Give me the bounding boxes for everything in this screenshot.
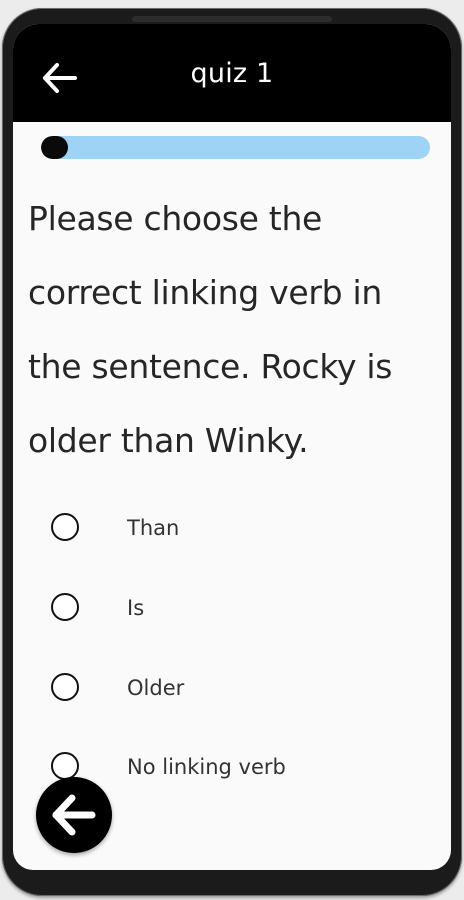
arrow-left-icon <box>52 794 96 836</box>
radio-button[interactable] <box>51 752 79 780</box>
previous-button[interactable] <box>36 777 112 853</box>
option-label: Older <box>127 676 185 700</box>
device-top-edge <box>132 16 332 22</box>
option-label: Is <box>127 596 145 620</box>
radio-button[interactable] <box>51 513 79 541</box>
option-than[interactable]: Than <box>51 508 421 548</box>
option-is[interactable]: Is <box>51 588 421 628</box>
page-title: quiz 1 <box>190 58 274 89</box>
app-bar: quiz 1 <box>13 24 451 122</box>
option-no-linking-verb[interactable]: No linking verb <box>51 747 421 787</box>
radio-button[interactable] <box>51 593 79 621</box>
phone-frame: quiz 1 Please choose the correct linking… <box>2 8 462 896</box>
radio-button[interactable] <box>51 673 79 701</box>
app-screen: quiz 1 Please choose the correct linking… <box>13 24 451 870</box>
option-label: Than <box>127 516 180 540</box>
question-text: Please choose the correct linking verb i… <box>28 199 393 460</box>
option-older[interactable]: Older <box>51 668 421 708</box>
progress-bar <box>41 136 430 159</box>
progress-bar-fill <box>41 136 69 159</box>
option-label: No linking verb <box>127 755 286 779</box>
